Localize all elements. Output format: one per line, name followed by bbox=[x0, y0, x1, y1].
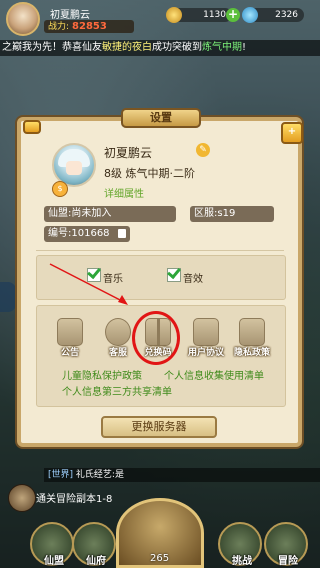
privacy-policy-icon bbox=[239, 318, 265, 346]
currency-jade-value: 2326 bbox=[275, 10, 298, 20]
player-name: 初夏鹏云 bbox=[50, 10, 90, 21]
marquee-stage: 炼气中期 bbox=[202, 42, 242, 53]
world-chat[interactable]: [世界] 礼氏经艺:是 bbox=[44, 468, 320, 482]
power-value: 82853 bbox=[72, 21, 107, 32]
profile-level: 8级 炼气中期·二阶 bbox=[104, 167, 195, 180]
avatar-face bbox=[66, 161, 82, 175]
nav-adventure[interactable]: 冒险 bbox=[264, 522, 308, 567]
quest-text: 通关冒险副本1-8 bbox=[36, 494, 113, 505]
nav-challenge-label: 挑战 bbox=[232, 556, 252, 567]
nav-guild[interactable]: 仙盟 bbox=[30, 522, 74, 567]
chat-channel: [世界] bbox=[48, 470, 74, 480]
edit-name-icon[interactable]: ✎ bbox=[196, 143, 210, 157]
details-link[interactable]: 详细属性 bbox=[104, 185, 144, 200]
chat-message: 礼氏经艺:是 bbox=[75, 470, 124, 480]
center-counter: 265 bbox=[150, 553, 170, 564]
privacy-policy-label: 隐私政策 bbox=[233, 348, 270, 358]
nav-mansion-label: 仙府 bbox=[86, 556, 106, 567]
profile-name: 初夏鹏云 bbox=[104, 146, 153, 160]
quest-avatar bbox=[8, 484, 36, 512]
user-agreement-icon bbox=[193, 318, 219, 346]
currency-jade: 2326 bbox=[242, 7, 304, 23]
dialog-corner-ornament bbox=[23, 120, 41, 134]
power-label: 战力: bbox=[48, 22, 70, 32]
announcement-marquee: 之巅我为先！恭喜仙友敏捷的夜白成功突破到炼气中期! bbox=[0, 40, 320, 56]
currency-gold-value: 1130 bbox=[203, 10, 226, 20]
dialog-title: 设置 bbox=[121, 108, 201, 128]
bottom-nav: 仙盟 仙府 265 挑战 冒险 bbox=[0, 498, 320, 568]
jade-icon bbox=[242, 7, 258, 23]
privacy-policy-button[interactable]: 隐私政策 bbox=[234, 318, 270, 358]
side-tab[interactable] bbox=[0, 282, 16, 312]
sfx-checkbox[interactable] bbox=[167, 268, 181, 282]
id-value: 编号:101668 bbox=[48, 228, 110, 239]
player-avatar[interactable] bbox=[6, 2, 40, 36]
nav-adventure-label: 冒险 bbox=[278, 556, 298, 567]
music-label: 音乐 bbox=[103, 274, 123, 285]
announcement-icon bbox=[57, 318, 83, 346]
sfx-label: 音效 bbox=[183, 274, 203, 285]
id-field: 编号:101668 bbox=[44, 226, 130, 242]
announcement-button[interactable]: 公告 bbox=[53, 318, 87, 358]
third-party-sharing-link[interactable]: 个人信息第三方共享清单 bbox=[62, 383, 172, 398]
section-divider bbox=[36, 250, 284, 251]
user-agreement-button[interactable]: 用户协议 bbox=[188, 318, 224, 358]
customer-service-icon bbox=[105, 318, 131, 346]
music-checkbox[interactable] bbox=[87, 268, 101, 282]
gold-icon bbox=[166, 7, 182, 23]
marquee-suffix: ! bbox=[242, 42, 247, 53]
marquee-prefix: 之巅我为先！恭喜仙友 bbox=[2, 42, 102, 53]
copy-icon[interactable] bbox=[118, 229, 126, 238]
guild-field: 仙盟:尚未加入 bbox=[44, 206, 176, 222]
customer-service-button[interactable]: 客服 bbox=[101, 318, 135, 358]
server-field: 区服:s19 bbox=[190, 206, 274, 222]
info-collection-link[interactable]: 个人信息收集使用清单 bbox=[164, 367, 264, 382]
change-server-button[interactable]: 更换服务器 bbox=[101, 416, 217, 438]
announcement-label: 公告 bbox=[60, 348, 79, 358]
marquee-middle: 成功突破到 bbox=[152, 42, 202, 53]
child-privacy-link[interactable]: 儿童隐私保护政策 bbox=[62, 367, 142, 382]
sound-toggles: 音乐 音效 bbox=[36, 255, 286, 300]
nav-mansion[interactable]: 仙府 bbox=[72, 522, 116, 567]
top-hud: 初夏鹏云 战力: 82853 1130 + 2326 bbox=[0, 0, 320, 38]
highlight-circle bbox=[132, 311, 180, 365]
currency-gold: 1130 + bbox=[166, 7, 240, 23]
add-currency-button[interactable]: + bbox=[226, 8, 240, 22]
nav-challenge[interactable]: 挑战 bbox=[218, 522, 262, 567]
user-agreement-label: 用户协议 bbox=[187, 348, 224, 358]
currency-badge-icon: $ bbox=[52, 181, 68, 197]
power-display: 战力: 82853 bbox=[44, 20, 134, 33]
marquee-player: 敏捷的夜白 bbox=[102, 42, 152, 53]
